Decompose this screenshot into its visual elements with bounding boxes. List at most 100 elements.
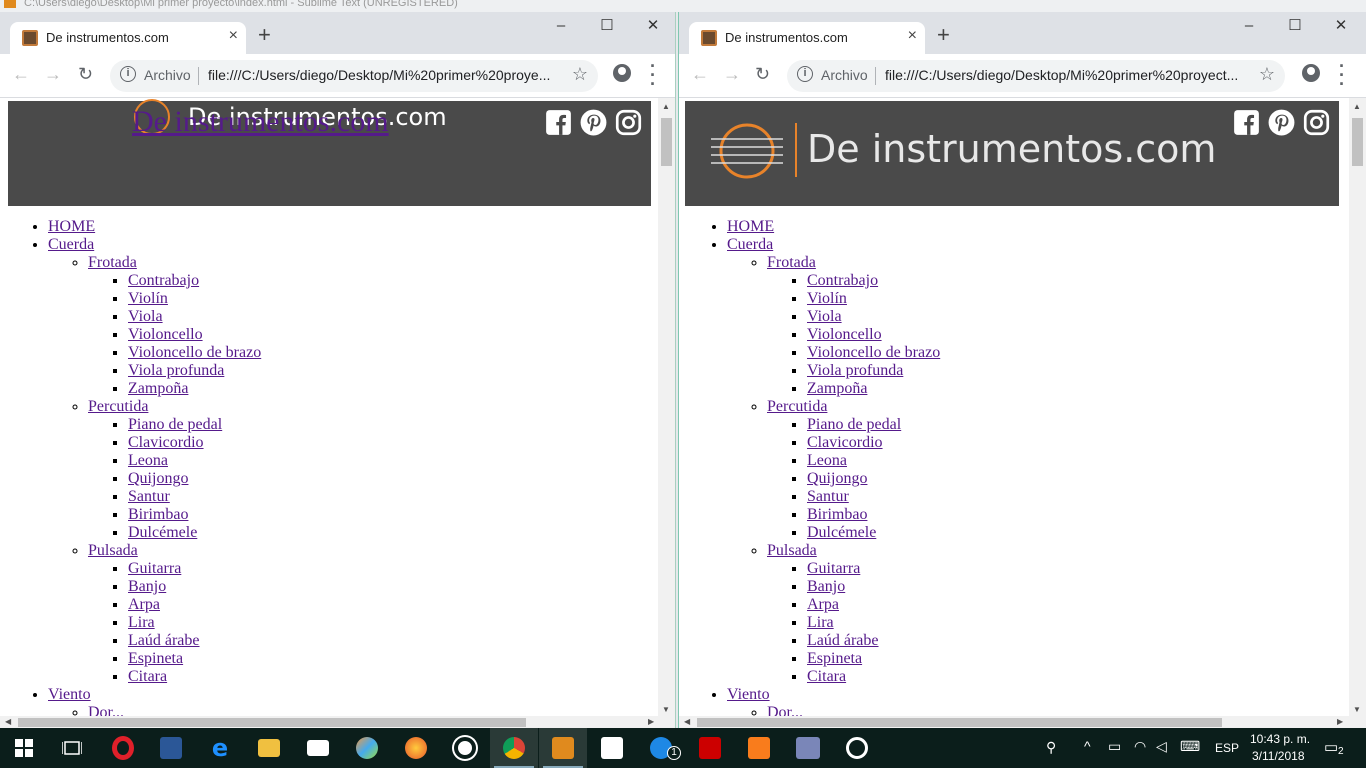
info-icon[interactable]: i	[120, 66, 136, 82]
browser-tab[interactable]: De instrumentos.com ×	[10, 22, 246, 54]
nav-link-cuerda[interactable]: Cuerda	[48, 236, 94, 253]
nav-link-violoncello-de-brazo[interactable]: Violoncello de brazo	[128, 344, 261, 361]
chrome-icon[interactable]	[490, 728, 538, 768]
sublime-text-icon[interactable]	[539, 728, 587, 768]
messenger-icon[interactable]: 1	[637, 728, 685, 768]
nav-link-lira[interactable]: Lira	[807, 614, 834, 631]
task-view-icon[interactable]	[48, 728, 96, 768]
vertical-scrollbar[interactable]: ▲ ▼	[658, 98, 675, 716]
maximize-button[interactable]: ☐	[1272, 12, 1318, 42]
nav-link-leona[interactable]: Leona	[128, 452, 168, 469]
scroll-thumb[interactable]	[1352, 118, 1363, 166]
nav-link-viola-profunda[interactable]: Viola profunda	[807, 362, 903, 379]
back-arrow-icon[interactable]: ←	[12, 64, 30, 85]
show-hidden-icons-icon[interactable]: ^	[1084, 738, 1091, 754]
paint-icon[interactable]	[343, 728, 391, 768]
nav-link-zampona[interactable]: Zampoña	[807, 380, 867, 397]
nav-link-violoncello[interactable]: Violoncello	[807, 326, 882, 343]
nav-link-pulsada[interactable]: Pulsada	[88, 542, 138, 559]
nav-link-laud-arabe[interactable]: Laúd árabe	[128, 632, 200, 649]
nav-link-percutida[interactable]: Percutida	[767, 398, 827, 415]
menu-kebab-icon[interactable]: · · ·	[1339, 57, 1345, 93]
nav-link-contrabajo[interactable]: Contrabajo	[128, 272, 199, 289]
pinterest-icon[interactable]	[580, 109, 607, 136]
nav-link-home[interactable]: HOME	[727, 218, 774, 235]
whatsapp-icon[interactable]	[441, 728, 489, 768]
scroll-up-arrow-icon[interactable]: ▲	[662, 102, 670, 111]
scroll-left-arrow-icon[interactable]: ◀	[684, 717, 690, 726]
instagram-icon[interactable]	[1303, 109, 1330, 136]
tool-icon[interactable]	[588, 728, 636, 768]
browser-tab[interactable]: De instrumentos.com ×	[689, 22, 925, 54]
account-icon[interactable]	[1302, 64, 1320, 82]
scroll-down-arrow-icon[interactable]: ▼	[662, 705, 670, 714]
word-icon[interactable]	[147, 728, 195, 768]
nav-link-clavicordio[interactable]: Clavicordio	[807, 434, 883, 451]
notifications-icon[interactable]: ▭	[1324, 738, 1338, 756]
bookmark-star-icon[interactable]: ☆	[1259, 64, 1275, 85]
mail-icon[interactable]	[294, 728, 342, 768]
nav-link-viola[interactable]: Viola	[128, 308, 163, 325]
nav-link-quijongo[interactable]: Quijongo	[128, 470, 188, 487]
nav-link-citara[interactable]: Citara	[807, 668, 846, 685]
facebook-icon[interactable]	[545, 109, 572, 136]
nav-link-viola[interactable]: Viola	[807, 308, 842, 325]
nav-link-dulcemele[interactable]: Dulcémele	[128, 524, 197, 541]
nav-link-arpa[interactable]: Arpa	[128, 596, 160, 613]
nav-link-violin[interactable]: Violín	[128, 290, 168, 307]
logo-alt-link[interactable]: De instrumentos.com	[132, 105, 389, 139]
vertical-scrollbar[interactable]: ▲ ▼	[1349, 98, 1366, 716]
new-tab-button[interactable]: +	[258, 24, 271, 46]
battery-icon[interactable]: ▭	[1108, 738, 1121, 755]
nav-link-espineta[interactable]: Espineta	[807, 650, 862, 667]
nav-link-birimbao[interactable]: Birimbao	[128, 506, 188, 523]
address-bar[interactable]: i Archivo file:///C:/Users/diego/Desktop…	[787, 60, 1285, 92]
reload-icon[interactable]: ↻	[78, 64, 93, 85]
maximize-button[interactable]: ☐	[584, 12, 630, 42]
nav-link-quijongo[interactable]: Quijongo	[807, 470, 867, 487]
people-icon[interactable]: ⚲	[1046, 739, 1056, 756]
nav-link-piano-de-pedal[interactable]: Piano de pedal	[128, 416, 222, 433]
pinterest-icon[interactable]	[1268, 109, 1295, 136]
site-logo-text[interactable]: De instrumentos.com	[807, 127, 1216, 171]
facebook-icon[interactable]	[1233, 109, 1260, 136]
nav-link-viola-profunda[interactable]: Viola profunda	[128, 362, 224, 379]
url-text[interactable]: file:///C:/Users/diego/Desktop/Mi%20prim…	[208, 67, 558, 83]
nav-link-home[interactable]: HOME	[48, 218, 95, 235]
edge-icon[interactable]: e	[196, 728, 244, 768]
minimize-button[interactable]: –	[1226, 12, 1272, 42]
nav-link-violoncello-de-brazo[interactable]: Violoncello de brazo	[807, 344, 940, 361]
info-icon[interactable]: i	[797, 66, 813, 82]
nav-link-clavicordio[interactable]: Clavicordio	[128, 434, 204, 451]
scroll-right-arrow-icon[interactable]: ▶	[648, 717, 654, 726]
nav-link-santur[interactable]: Santur	[807, 488, 849, 505]
wifi-icon[interactable]: ◠	[1134, 738, 1146, 755]
nav-link-espineta[interactable]: Espineta	[128, 650, 183, 667]
groove-icon[interactable]	[833, 728, 881, 768]
url-text[interactable]: file:///C:/Users/diego/Desktop/Mi%20prim…	[885, 67, 1245, 83]
nav-link-pulsada[interactable]: Pulsada	[767, 542, 817, 559]
nav-link-contrabajo[interactable]: Contrabajo	[807, 272, 878, 289]
forward-arrow-icon[interactable]: →	[723, 64, 741, 85]
scroll-right-arrow-icon[interactable]: ▶	[1337, 717, 1343, 726]
language-indicator[interactable]: ESP	[1215, 741, 1239, 755]
instagram-icon[interactable]	[615, 109, 642, 136]
nav-link-cuerda[interactable]: Cuerda	[727, 236, 773, 253]
scroll-up-arrow-icon[interactable]: ▲	[1353, 102, 1361, 111]
nav-link-frotada[interactable]: Frotada	[88, 254, 137, 271]
menu-kebab-icon[interactable]: · · ·	[650, 57, 656, 93]
xampp-icon[interactable]	[735, 728, 783, 768]
nav-link-arpa[interactable]: Arpa	[807, 596, 839, 613]
volume-icon[interactable]: ◁	[1156, 738, 1167, 755]
nav-link-violoncello[interactable]: Violoncello	[128, 326, 203, 343]
nav-link-zampona[interactable]: Zampoña	[128, 380, 188, 397]
nav-link-viento[interactable]: Viento	[48, 686, 91, 703]
horizontal-scrollbar[interactable]: ◀ ▶	[679, 716, 1366, 728]
nav-link-lira[interactable]: Lira	[128, 614, 155, 631]
nav-link-piano-de-pedal[interactable]: Piano de pedal	[807, 416, 901, 433]
windows-start-icon[interactable]	[0, 728, 48, 768]
nav-link-laud-arabe[interactable]: Laúd árabe	[807, 632, 879, 649]
tab-close-button[interactable]: ×	[908, 27, 917, 45]
forward-arrow-icon[interactable]: →	[44, 64, 62, 85]
nav-link-guitarra[interactable]: Guitarra	[128, 560, 181, 577]
